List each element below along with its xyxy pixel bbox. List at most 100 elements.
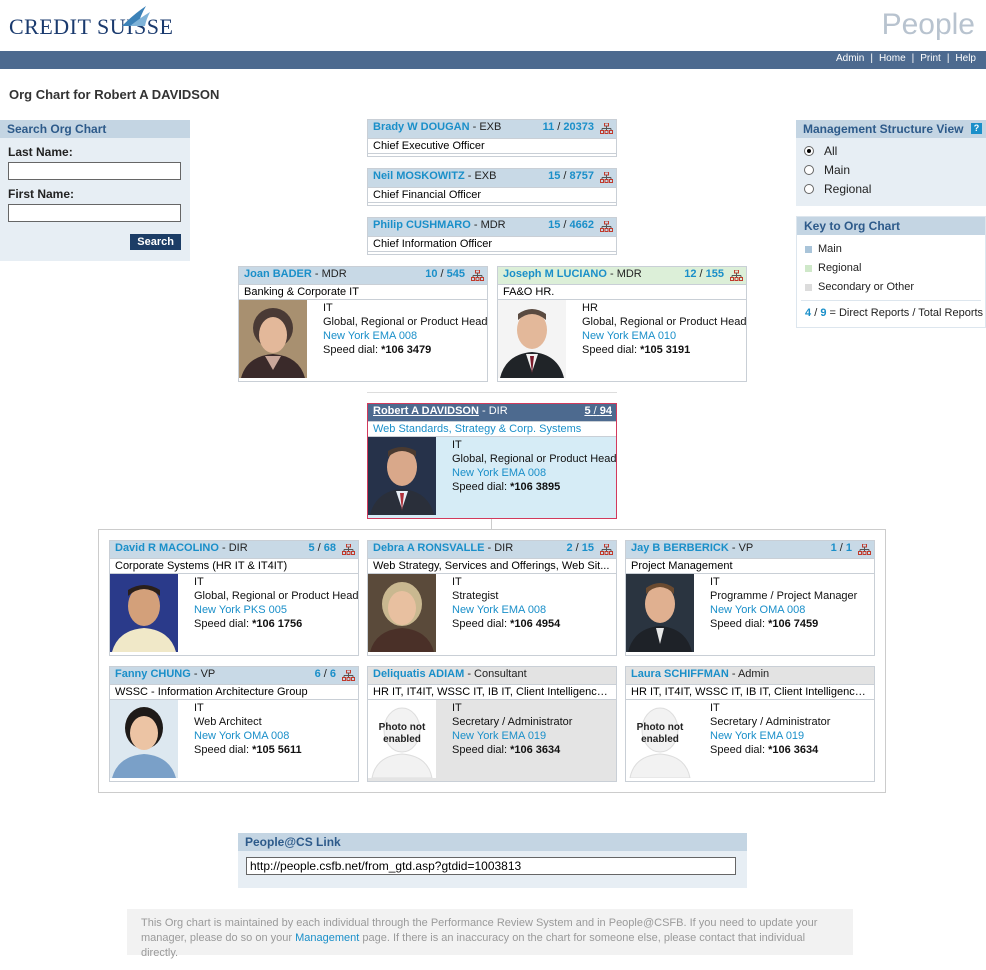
radio-all[interactable] [804,145,814,156]
nav-help-link[interactable]: Help [955,53,976,64]
connector-line [367,392,617,393]
location-link[interactable]: New York EMA 019 [452,729,572,743]
job-title: WSSC - Information Architecture Group [110,684,358,700]
location-link[interactable]: New York EMA 008 [452,603,560,617]
org-chart-icon[interactable] [600,221,613,232]
person-name[interactable]: Jay B BERBERICK [631,542,729,554]
manager-card-bader[interactable]: Joan BADER - MDR 10 / 545 Banking & Corpo… [238,266,488,382]
org-chart-icon[interactable] [600,544,613,555]
person-name[interactable]: Debra A RONSVALLE [373,542,484,554]
chain-card-ceo[interactable]: Brady W DOUGAN - EXB 11 / 20373 Chief Exe… [367,119,617,157]
manager-card-luciano[interactable]: Joseph M LUCIANO - MDR 12 / 155 FA&O HR. … [497,266,747,382]
job-title: HR IT, IT4IT, WSSC IT, IB IT, Client Int… [626,684,874,700]
view-option-regional[interactable]: Regional [804,182,986,196]
search-panel-title: Search Org Chart [0,120,190,138]
link-panel-title: People@CS Link [238,833,747,851]
report-card-adiam[interactable]: Deliquatis ADIAM - Consultant HR IT, IT4… [367,666,617,782]
key-title: Key to Org Chart [797,217,985,235]
photo-placeholder: Photo not enabled [368,700,436,778]
person-details: IT Global, Regional or Product Head New … [323,302,488,356]
people-link-panel: People@CS Link [238,833,747,888]
footer-note: This Org chart is maintained by each ind… [127,909,853,959]
help-icon[interactable]: ? [971,123,982,134]
view-option-main[interactable]: Main [804,163,986,177]
location-link[interactable]: New York EMA 008 [323,329,487,343]
person-details: IT Strategist New York EMA 008 Speed dia… [452,576,561,630]
connector-line [491,519,492,529]
selected-person-card[interactable]: Robert A DAVIDSON - DIR 5 / 94 Web Standa… [367,403,617,519]
report-counts: 15 / 4662 [548,219,594,231]
chain-card-cio[interactable]: Philip CUSHMARO - MDR 15 / 4662 Chief Inf… [367,217,617,255]
person-name[interactable]: Fanny CHUNG [115,668,191,680]
person-details: IT Global, Regional or Product Head New … [452,439,617,493]
management-structure-title: Management Structure View [803,122,964,136]
person-name[interactable]: Brady W DOUGAN [373,121,470,133]
location-link[interactable]: New York EMA 008 [452,466,616,480]
org-chart-icon[interactable] [730,270,743,281]
management-link[interactable]: Management [295,932,359,944]
first-name-input[interactable] [8,204,181,222]
job-title: Chief Financial Officer [368,187,616,203]
photo-placeholder: Photo not enabled [626,700,694,778]
report-card-ronsvalle[interactable]: Debra A RONSVALLE - DIR 2 / 15 Web Strate… [367,540,617,656]
search-button[interactable]: Search [130,234,181,250]
org-chart-icon[interactable] [342,670,355,681]
org-chart-icon[interactable] [342,544,355,555]
person-details: IT Secretary / Administrator New York EM… [710,702,831,756]
radio-regional[interactable] [804,183,814,194]
job-title: Web Standards, Strategy & Corp. Systems [368,421,616,437]
location-link[interactable]: New York EMA 019 [710,729,830,743]
person-details: IT Programme / Project Manager New York … [710,576,858,630]
person-name[interactable]: David R MACOLINO [115,542,219,554]
chain-card-cfo[interactable]: Neil MOSKOWITZ - EXB 15 / 8757 Chief Fina… [367,168,617,206]
org-chart-icon[interactable] [600,123,613,134]
person-details: HR Global, Regional or Product Head New … [582,302,747,356]
report-counts: 10 / 545 [425,268,465,280]
location-link[interactable]: New York OMA 008 [710,603,857,617]
top-nav: Admin | Home | Print | Help [835,53,976,64]
key-item-other: Secondary or Other [805,281,985,293]
selected-person-name[interactable]: Robert A DAVIDSON [373,405,479,417]
job-title: FA&O HR. [498,284,746,300]
person-name[interactable]: Neil MOSKOWITZ [373,170,465,182]
org-chart-icon[interactable] [471,270,484,281]
person-name[interactable]: Deliquatis ADIAM [373,668,464,680]
nav-print-link[interactable]: Print [920,53,941,64]
person-name[interactable]: Joseph M LUCIANO [503,268,607,280]
person-name[interactable]: Laura SCHIFFMAN [631,668,729,680]
last-name-input[interactable] [8,162,181,180]
person-photo [368,574,436,652]
report-card-schiffman[interactable]: Laura SCHIFFMAN - Admin HR IT, IT4IT, WS… [625,666,875,782]
report-counts: 11 / 20373 [542,121,594,133]
org-chart-icon[interactable] [858,544,871,555]
key-to-org-chart-panel: Key to Org Chart Main Regional Secondary… [796,216,986,328]
person-details: IT Global, Regional or Product Head New … [194,576,359,630]
location-link[interactable]: New York PKS 005 [194,603,358,617]
location-link[interactable]: New York OMA 008 [194,729,302,743]
nav-home-link[interactable]: Home [879,53,906,64]
report-card-berberick[interactable]: Jay B BERBERICK - VP 1 / 1 Project Manage… [625,540,875,656]
location-link[interactable]: New York EMA 010 [582,329,746,343]
person-name[interactable]: Philip CUSHMARO [373,219,471,231]
person-name[interactable]: Joan BADER [244,268,312,280]
key-divider [801,300,981,301]
people-link-input[interactable] [246,857,736,875]
nav-admin-link[interactable]: Admin [836,53,864,64]
job-title: HR IT, IT4IT, WSSC IT, IB IT, Client Int… [368,684,616,700]
photo-not-enabled-text: Photo not enabled [378,722,426,745]
management-structure-panel: Management Structure View ? All Main Reg… [796,120,986,206]
view-option-all[interactable]: All [804,144,986,158]
other-swatch [805,283,812,291]
job-title: Chief Information Officer [368,236,616,252]
radio-main[interactable] [804,164,814,175]
page-title: Org Chart for Robert A DAVIDSON [9,87,220,102]
job-title: Project Management [626,558,874,574]
regional-swatch [805,264,812,272]
report-card-macolino[interactable]: David R MACOLINO - DIR 5 / 68 Corporate S… [109,540,359,656]
person-photo [368,437,436,515]
report-card-chung[interactable]: Fanny CHUNG - VP 6 / 6 WSSC - Information… [109,666,359,782]
people-brand: People [881,8,975,41]
org-chart-icon[interactable] [600,172,613,183]
report-counts: 5 / 94 [584,405,612,417]
report-counts: 1 / 1 [830,542,852,554]
